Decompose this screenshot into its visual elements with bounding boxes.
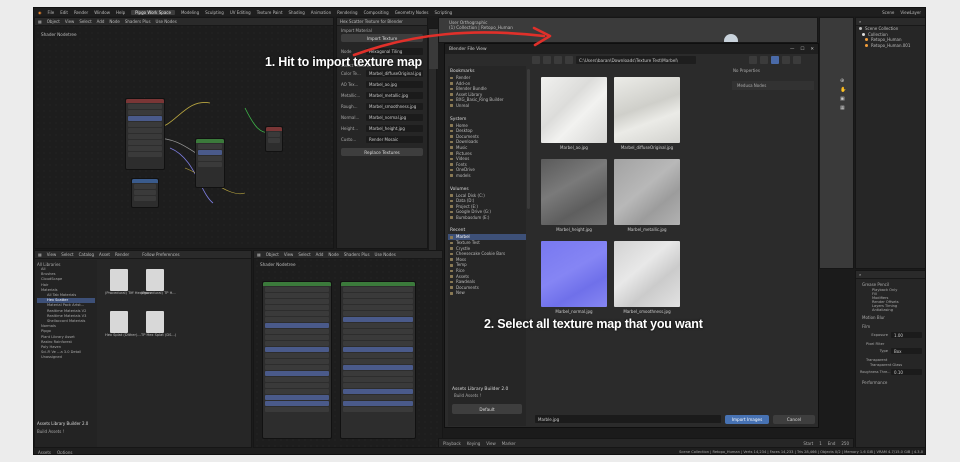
annotation-arrow [352, 26, 552, 57]
annotation-step-2: 2. Select all texture map that you want [484, 317, 703, 331]
blender-window: ◉ File Edit Render Window Help Pipgo Wor… [33, 7, 926, 455]
annotation-step-1: 1. Hit to import texture map [265, 55, 422, 69]
